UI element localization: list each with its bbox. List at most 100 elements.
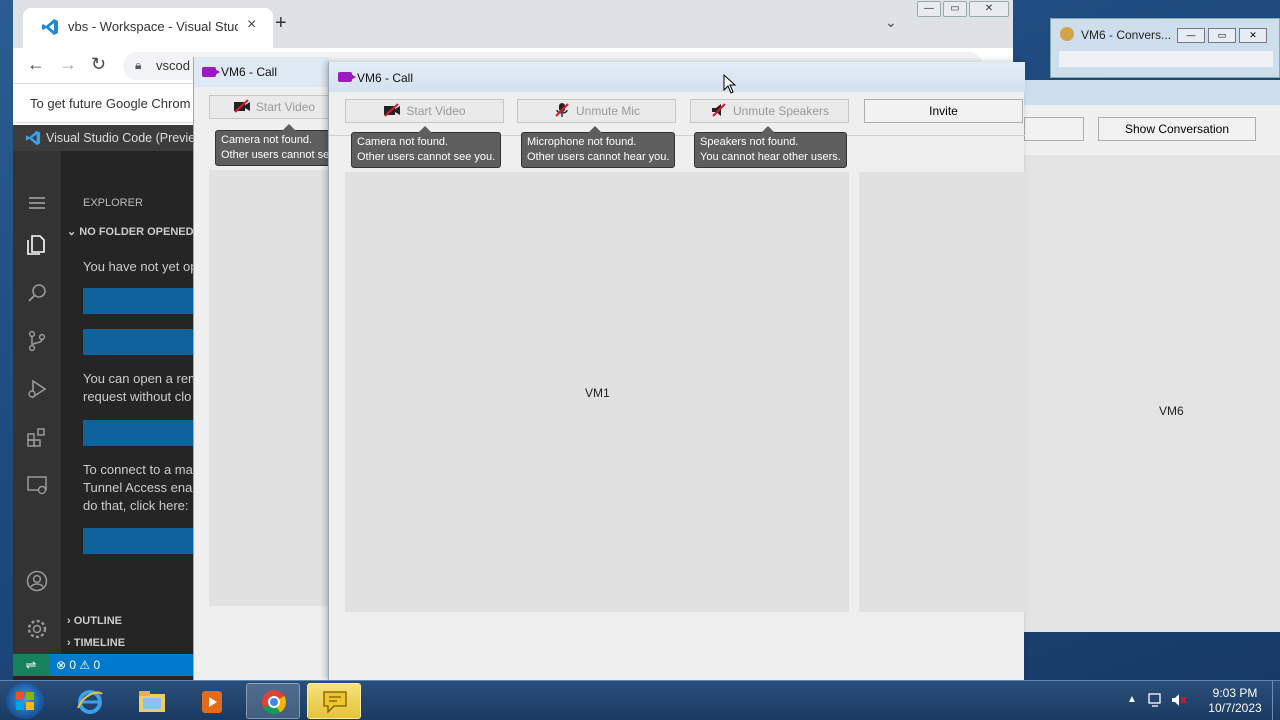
close-icon[interactable]: ✕ [969,1,1009,17]
chevron-down-icon: ⌄ [67,226,80,238]
participant-label-vm1: VM1 [585,386,610,400]
volume-muted-icon[interactable] [1171,693,1187,707]
infobar-text: To get future Google Chrom [30,96,191,111]
clock-time: 9:03 PM [1212,686,1258,700]
chat-app-icon[interactable] [307,683,361,719]
warning-icon: ⚠︎ [79,658,94,672]
action-center-icon[interactable] [1147,693,1163,707]
explorer-title: EXPLORER [83,197,143,209]
chrome-taskbar-icon[interactable] [246,683,300,719]
source-control-icon[interactable] [25,329,49,353]
outline-section[interactable]: › OUTLINE [67,615,122,627]
unmute-speakers-button[interactable]: Unmute Speakers [690,99,849,123]
chevron-right-icon: › [67,615,74,627]
back-arrow-icon[interactable]: ← [27,54,45,75]
minimize-icon[interactable]: — [1177,28,1205,43]
camera-tooltip: Camera not found. Other users cannot see… [351,126,502,168]
file-explorer-icon[interactable] [124,683,178,719]
close-icon[interactable]: ✕ [1239,28,1267,43]
tunnel-text-1: To connect to a ma [83,462,193,477]
video-panel-vm1: VM1 [345,172,849,612]
error-icon: ⊗ [56,658,70,672]
chrome-tab-title: vbs - Workspace - Visual Studio C [68,19,238,34]
video-call-icon [202,67,220,77]
vscode-icon [42,19,58,35]
back-call-titlebar [1024,80,1280,105]
run-debug-icon[interactable] [25,377,49,401]
tunnel-text-2: Tunnel Access enab [83,480,200,495]
mouse-cursor-icon [723,74,737,94]
conversation-toolbar [1059,51,1273,67]
extensions-icon[interactable] [25,425,49,449]
menu-icon[interactable] [25,191,49,215]
reload-icon[interactable]: ↻ [91,54,106,75]
search-icon[interactable] [25,281,49,305]
activity-bar [13,151,61,660]
video-call-icon [338,72,356,82]
taskbar: ▲ 9:03 PM 10/7/2023 [0,680,1280,720]
back-start-video-button[interactable]: Start Video [209,95,339,119]
windows-logo-icon [16,692,34,710]
call-window-main: VM6 - Call Start Video Unmute Mic Unmute… [328,62,1025,680]
back-video-panel [209,170,329,606]
minimize-icon[interactable]: — [917,1,941,17]
account-icon[interactable] [25,569,49,593]
back-call-panel: Show Conversation VM6 [1024,80,1280,632]
participant-label-vm6: VM6 [1159,404,1184,418]
start-video-button[interactable]: Start Video [345,99,504,123]
no-folder-header[interactable]: ⌄ NO FOLDER OPENED [67,225,194,238]
remote-explorer-icon[interactable] [25,473,49,497]
start-button[interactable] [6,683,44,719]
address-url: vscod [156,58,190,73]
taskbar-clock[interactable]: 9:03 PM 10/7/2023 [1194,686,1276,716]
speakers-tooltip: Speakers not found. You cannot hear othe… [694,126,847,168]
no-folder-text: You have not yet op [83,259,198,274]
tunnel-text-3: do that, click here: [83,498,189,513]
back-camera-tooltip: Camera not found. Other users cannot se [215,124,336,166]
show-hidden-icons-icon[interactable]: ▲ [1127,694,1137,705]
gear-icon[interactable] [25,617,49,641]
show-desktop-button[interactable] [1272,681,1280,720]
maximize-icon[interactable]: ▭ [1208,28,1236,43]
call-main-titlebar: VM6 - Call [329,62,1025,92]
conversation-window: VM6 - Convers... — ▭ ✕ [1050,18,1280,78]
lock-icon: 🔒︎ [135,58,142,72]
microphone-tooltip: Microphone not found. Other users cannot… [521,126,676,168]
chrome-tab[interactable]: vbs - Workspace - Visual Studio C × [23,8,273,48]
remote-text-1: You can open a rem [83,371,199,386]
call-window-back: VM6 - Call Start Video Camera not found.… [193,57,339,680]
invite-button[interactable]: Invite [864,99,1023,123]
remote-indicator-icon[interactable]: ⇌ [13,654,49,676]
hidden-button[interactable] [1024,117,1084,141]
vscode-logo-icon [25,130,41,146]
tab-close-icon[interactable]: × [247,16,256,34]
microphone-off-icon [555,103,569,117]
internet-explorer-icon[interactable] [62,683,116,719]
call-back-title: VM6 - Call [221,65,278,79]
clock-date: 10/7/2023 [1208,701,1262,715]
chrome-window-controls: — ▭ ✕ [917,1,1009,17]
explorer-icon[interactable] [25,233,49,257]
new-tab-icon[interactable]: + [275,12,287,35]
vscode-title: Visual Studio Code (Preview [46,131,205,145]
forward-arrow-icon[interactable]: → [59,54,77,75]
camera-off-icon [384,103,401,117]
unmute-mic-button[interactable]: Unmute Mic [517,99,676,123]
maximize-icon[interactable]: ▭ [943,1,967,17]
remote-text-2: request without clo [83,389,192,404]
conversation-window-controls: — ▭ ✕ [1177,28,1267,43]
chevron-right-icon: › [67,637,74,649]
back-call-toolbar: Show Conversation [1024,105,1280,155]
call-back-titlebar: VM6 - Call [194,57,329,87]
tab-search-icon[interactable]: ⌄ [885,14,897,31]
media-player-icon[interactable] [184,683,238,719]
timeline-section[interactable]: › TIMELINE [67,637,125,649]
show-conversation-button[interactable]: Show Conversation [1098,117,1256,141]
chrome-tabbar: vbs - Workspace - Visual Studio C × + ⌄ … [13,0,1013,48]
problems-indicator[interactable]: ⊗ 0 ⚠︎ 0 [56,658,100,672]
speaker-off-icon [711,103,726,117]
video-panel-vm6 [859,172,1025,612]
system-tray: ▲ 9:03 PM 10/7/2023 [1122,681,1280,720]
camera-off-icon [233,99,250,113]
contact-icon [1060,27,1074,41]
